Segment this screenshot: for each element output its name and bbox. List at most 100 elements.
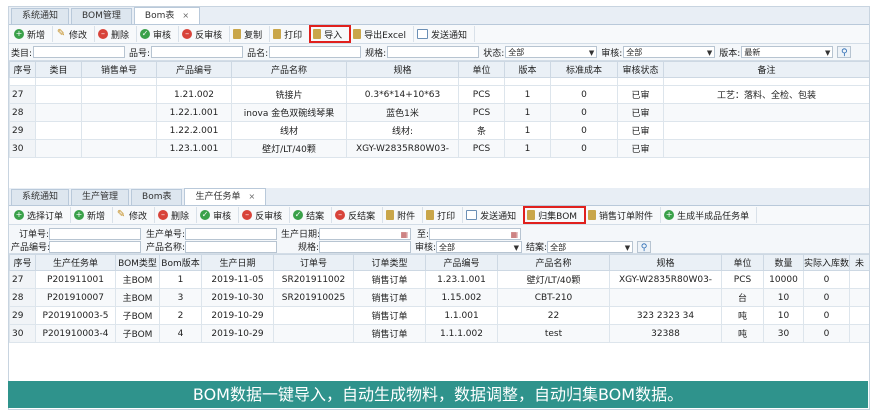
status-select[interactable]: 全部 ▼ — [505, 46, 598, 58]
attachment-button[interactable]: 附件 — [383, 207, 424, 223]
copy-button[interactable]: 复制 — [230, 26, 271, 42]
close-case-button[interactable]: ✓ 结案 — [290, 207, 333, 223]
product-name-input[interactable] — [185, 240, 277, 253]
col-header[interactable]: 产品编号 — [156, 61, 232, 78]
col-header[interactable]: 未 — [849, 254, 869, 271]
col-header[interactable]: 序号 — [9, 254, 36, 271]
table-row-partial[interactable] — [9, 77, 869, 86]
generate-semi-task-button[interactable]: + 生成半成品任务单 — [661, 207, 758, 223]
table-cell: P201910003-4 — [35, 324, 116, 343]
search-icon[interactable]: ⚲ — [637, 240, 652, 253]
button-label: 审核 — [213, 211, 232, 222]
table-row[interactable]: 27 P201911001 主BOM 1 2019-11-05 SR201911002 销售… — [9, 270, 869, 289]
table-cell: 吨 — [721, 306, 764, 325]
col-header[interactable]: BOM类型 — [115, 254, 160, 271]
table-row[interactable]: 30 1.23.1.001 壁灯/LT/40颗 XGY-W2835R80W03- PCS… — [9, 139, 869, 158]
print-button[interactable]: 打印 — [423, 207, 464, 223]
reopen-case-button[interactable]: – 反结案 — [332, 207, 384, 223]
col-header[interactable]: 产品名称 — [497, 254, 610, 271]
col-header[interactable]: 生产日期 — [201, 254, 274, 271]
tab-bom-management[interactable]: BOM管理 — [71, 8, 132, 24]
table-cell: P201910003-5 — [35, 306, 116, 325]
category-input[interactable] — [33, 46, 126, 58]
send-notice-button[interactable]: 发送通知 — [414, 26, 475, 42]
chevron-down-icon: ▼ — [824, 49, 831, 57]
col-header[interactable]: 规格 — [346, 61, 459, 78]
delete-button[interactable]: – 删除 — [155, 207, 198, 223]
prod-no-input[interactable] — [185, 227, 277, 240]
add-button[interactable]: + 新增 — [71, 207, 114, 223]
col-header[interactable]: 版本 — [504, 61, 551, 78]
col-header[interactable]: 标准成本 — [550, 61, 618, 78]
version-select[interactable]: 最新 ▼ — [741, 46, 834, 58]
name-input[interactable] — [269, 46, 362, 58]
tab-bom-table[interactable]: Bom表 — [131, 189, 183, 205]
close-icon[interactable]: × — [182, 11, 189, 20]
calendar-icon[interactable]: ▦ — [510, 229, 518, 241]
import-button[interactable]: 导入 — [309, 25, 352, 43]
col-header[interactable]: Bom版本 — [159, 254, 202, 271]
col-header[interactable]: 备注 — [663, 61, 869, 78]
tab-bom-table[interactable]: Bom表 × — [133, 7, 201, 24]
sales-order-attachment-button[interactable]: 销售订单附件 — [585, 207, 662, 223]
table-row[interactable]: 30 P201910003-4 子BOM 4 2019-10-29 销售订单 1.1.1.0… — [9, 324, 869, 343]
col-header[interactable]: 规格 — [609, 254, 722, 271]
tab-production-management[interactable]: 生产管理 — [71, 189, 130, 205]
col-header[interactable]: 单位 — [721, 254, 764, 271]
approve-button[interactable]: ✓ 审核 — [137, 26, 180, 42]
table-row[interactable]: 28 1.22.1.001 inova 金色双碗线琴果 蓝色1米 PCS 1 0 已审 — [9, 103, 869, 122]
unapprove-button[interactable]: – 反审核 — [239, 207, 291, 223]
add-button[interactable]: + 新增 — [11, 26, 54, 42]
unapprove-button[interactable]: – 反审核 — [179, 26, 231, 42]
tab-system-notice[interactable]: 系统通知 — [11, 8, 70, 24]
window-icon — [416, 29, 428, 39]
tab-production-task[interactable]: 生产任务单 × — [184, 188, 267, 205]
col-header[interactable]: 审核状态 — [617, 61, 664, 78]
table-row[interactable]: 29 P201910003-5 子BOM 2 2019-10-29 销售订单 1.1.001… — [9, 306, 869, 325]
spec-input[interactable] — [387, 46, 480, 58]
col-header[interactable]: 单位 — [458, 61, 505, 78]
spec-input[interactable] — [319, 240, 411, 253]
col-header[interactable]: 产品编号 — [425, 254, 498, 271]
col-header[interactable]: 产品名称 — [231, 61, 347, 78]
table-row[interactable]: 27 1.21.002 铣接片 0.3*6*14+10*63 PCS 1 0 已审 工艺：落料、… — [9, 85, 869, 104]
date-to-input[interactable]: ▦ — [429, 227, 521, 241]
print-button[interactable]: 打印 — [270, 26, 311, 42]
code-input[interactable] — [151, 46, 244, 58]
col-header[interactable]: 销售单号 — [81, 61, 157, 78]
edit-button[interactable]: ✎ 修改 — [53, 26, 96, 42]
edit-button[interactable]: ✎ 修改 — [113, 207, 156, 223]
col-header[interactable]: 类目 — [35, 61, 82, 78]
calendar-icon[interactable]: ▦ — [400, 229, 408, 241]
audit-select[interactable]: 全部 ▼ — [436, 240, 523, 253]
export-excel-button[interactable]: 导出Excel — [350, 26, 414, 42]
select-value: 全部 — [439, 242, 456, 252]
col-header[interactable]: 序号 — [9, 61, 36, 78]
table-cell: 0.3*6*14+10*63 — [346, 85, 459, 104]
table-cell: 已审 — [617, 85, 664, 104]
col-header[interactable]: 数量 — [763, 254, 804, 271]
table-cell — [849, 324, 869, 343]
close-status-select[interactable]: 全部 ▼ — [547, 240, 634, 253]
product-code-input[interactable] — [49, 240, 141, 253]
approve-button[interactable]: ✓ 审核 — [197, 207, 240, 223]
table-row[interactable]: 29 1.22.2.001 线材 线材: 条 1 0 已审 — [9, 121, 869, 140]
col-header[interactable]: 订单号 — [273, 254, 354, 271]
audit-select[interactable]: 全部 ▼ — [623, 46, 716, 58]
table-row[interactable]: 28 P201910007 主BOM 3 2019-10-30 SR201910025 销售… — [9, 288, 869, 307]
search-icon[interactable]: ⚲ — [837, 46, 852, 58]
close-icon[interactable]: × — [249, 192, 256, 201]
select-order-button[interactable]: + 选择订单 — [11, 207, 72, 223]
delete-button[interactable]: – 删除 — [95, 26, 138, 42]
col-header[interactable]: 生产任务单 — [35, 254, 116, 271]
send-notice-button[interactable]: 发送通知 — [463, 207, 525, 223]
col-header[interactable]: 实际入库数 — [803, 254, 850, 271]
table-cell — [609, 288, 722, 307]
collect-bom-button[interactable]: 归集BOM — [523, 206, 587, 224]
table-cell: 铣接片 — [231, 85, 347, 104]
tab-system-notice[interactable]: 系统通知 — [11, 189, 70, 205]
date-from-input[interactable]: ▦ — [319, 227, 411, 241]
col-header[interactable]: 订单类型 — [353, 254, 426, 271]
order-input[interactable] — [49, 227, 141, 240]
table-cell: 1.23.1.001 — [425, 270, 498, 289]
